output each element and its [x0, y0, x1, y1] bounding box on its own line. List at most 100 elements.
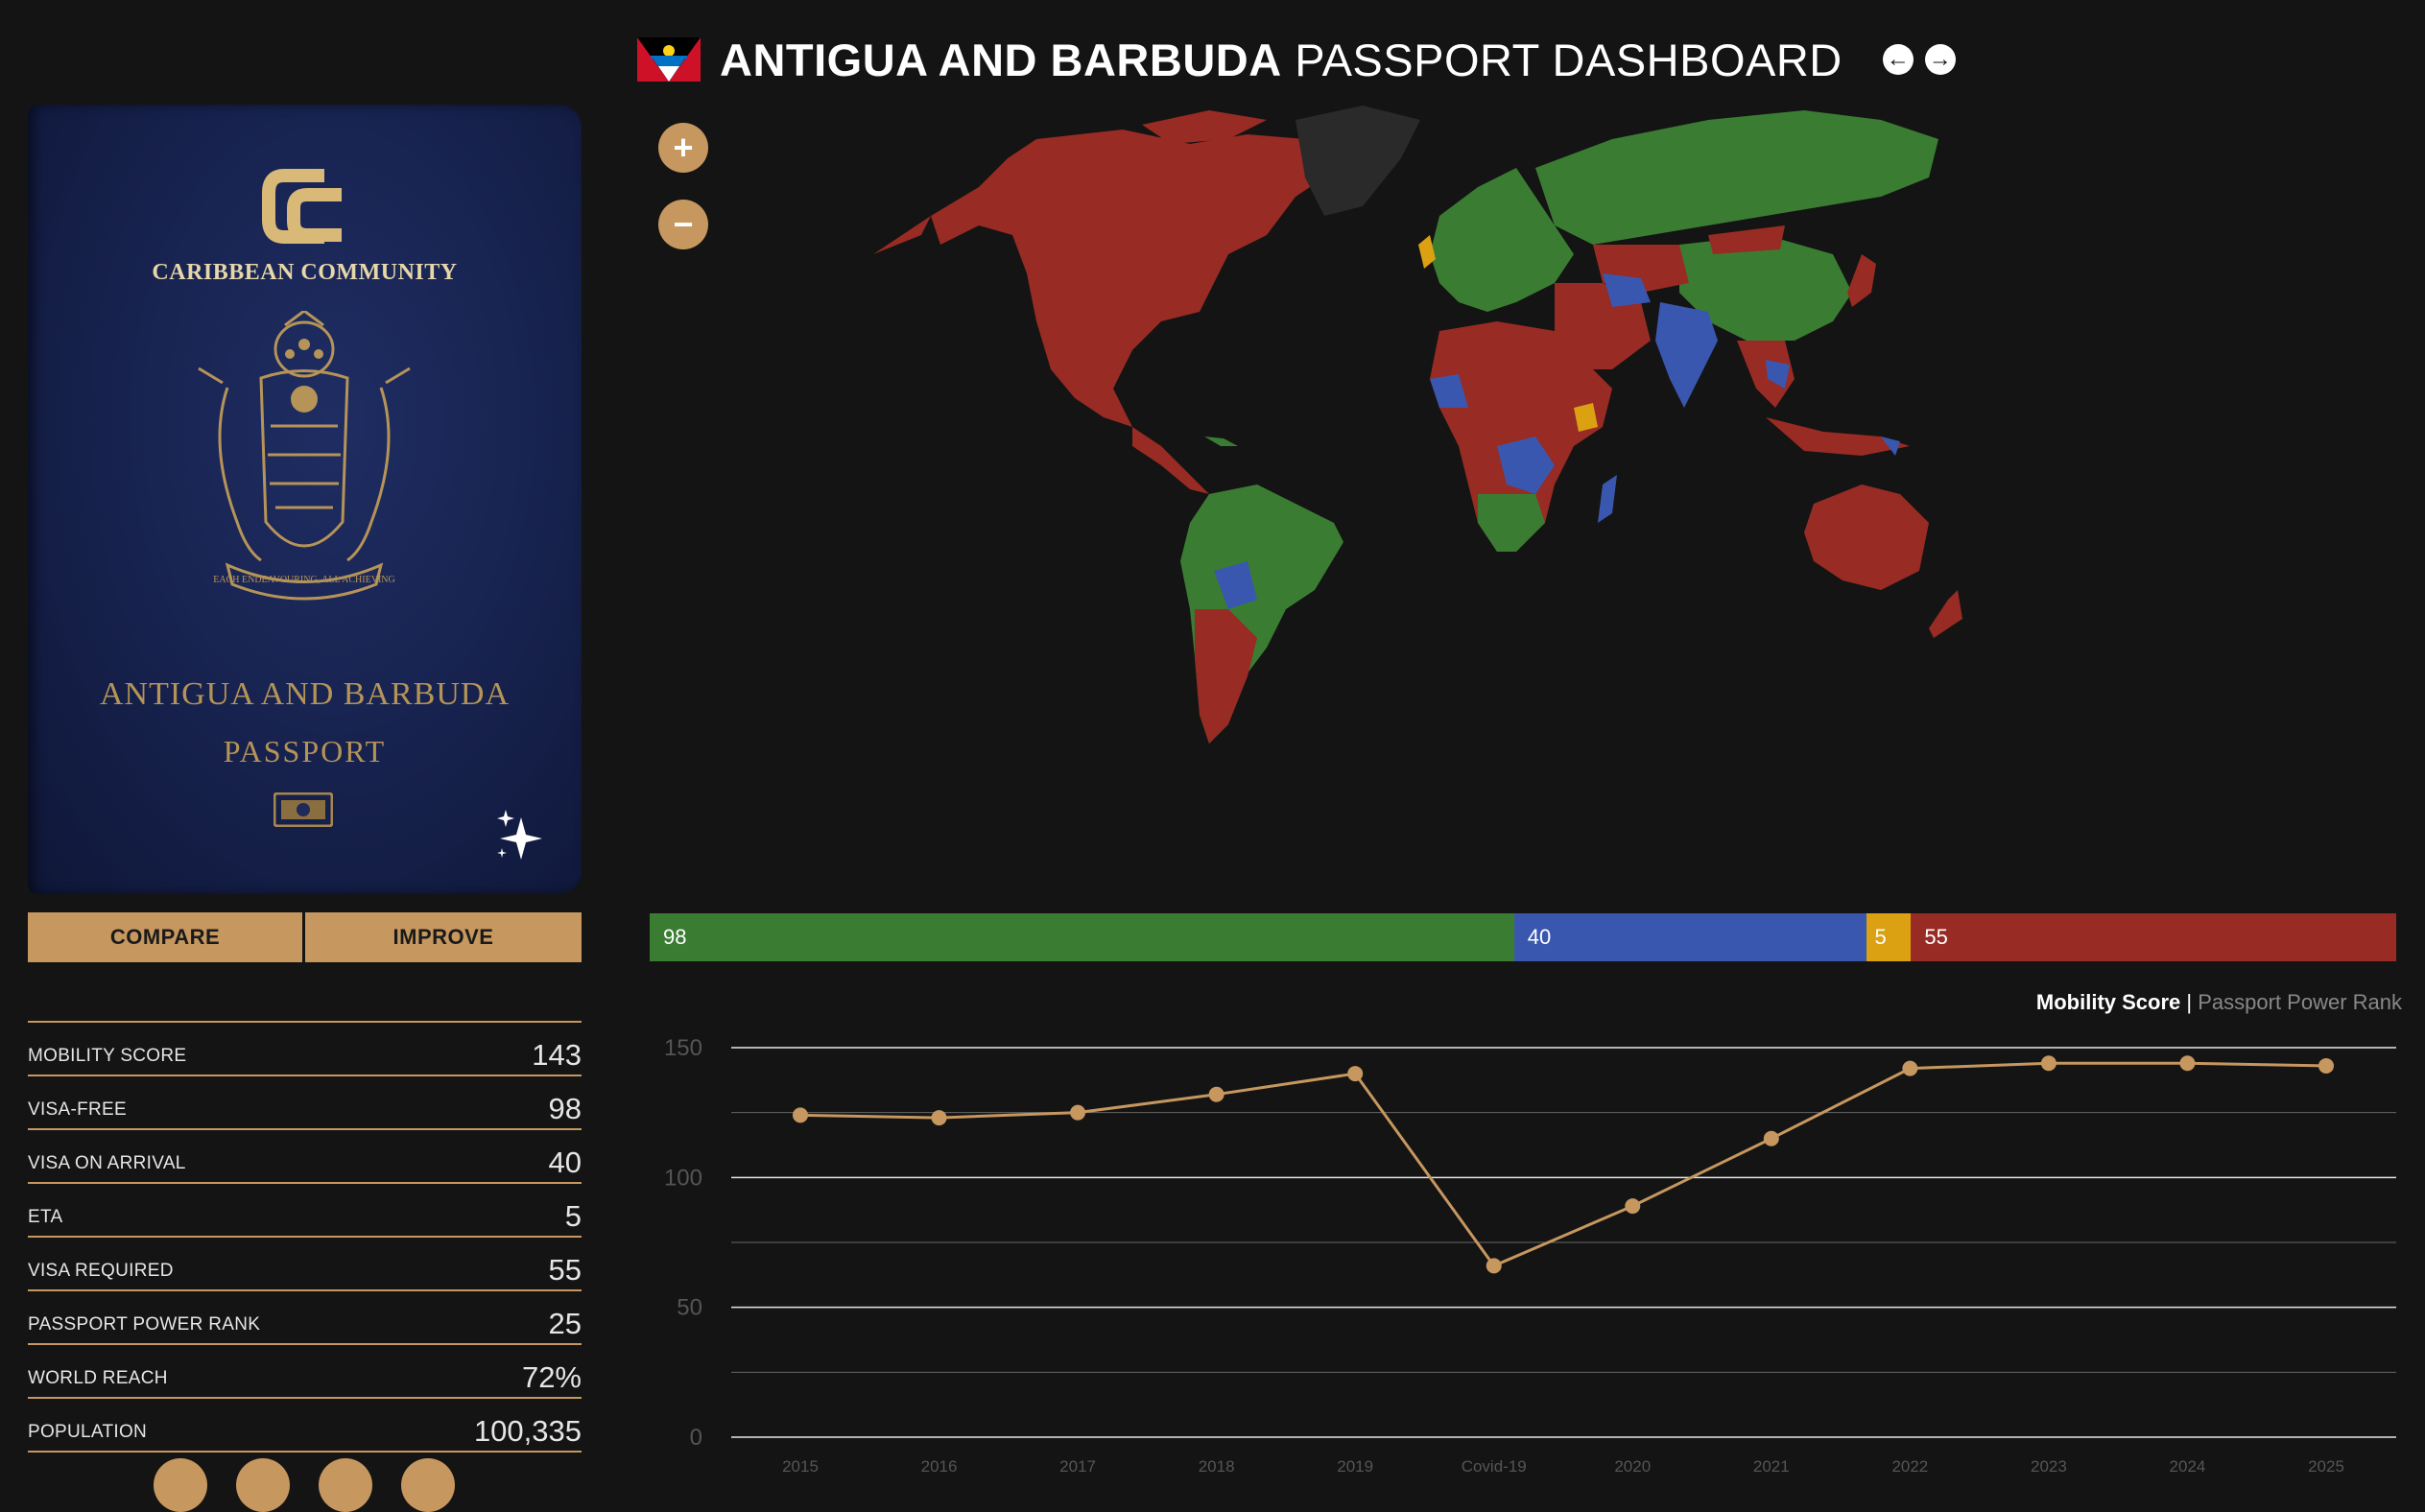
breakdown-segment-eta: 5 — [1866, 913, 1912, 961]
series-line — [799, 1061, 2327, 1268]
x-tick-label: 2018 — [1199, 1457, 1235, 1476]
map-region-india — [1655, 302, 1718, 408]
page-title: ANTIGUA AND BARBUDA PASSPORT DASHBOARD — [720, 34, 1843, 85]
toggle-separator: | — [2186, 990, 2193, 1014]
data-point — [2179, 1055, 2196, 1072]
y-tick-label: 100 — [664, 1165, 702, 1191]
coat-motto: EACH ENDEAVOURING, ALL ACHIEVING — [213, 575, 394, 585]
biometric-chip-icon — [273, 792, 333, 827]
x-tick-label: 2022 — [1891, 1457, 1928, 1476]
breakdown-segment-visa-required: 55 — [1911, 913, 2396, 961]
arrow-right-icon[interactable]: → — [1924, 44, 1956, 75]
arrow-left-icon[interactable]: ← — [1882, 44, 1914, 75]
x-tick-label: 2023 — [2031, 1457, 2067, 1476]
data-point — [1070, 1104, 1086, 1121]
x-tick-label: Covid-19 — [1462, 1457, 1527, 1476]
mobility-score-chart: 0 50 100 150 2015 2016 2017 2018 2019 Covid-19 202… — [664, 1035, 2396, 1476]
stat-value: 72% — [521, 1360, 582, 1394]
map-region-madagascar — [1598, 475, 1617, 523]
data-point — [1208, 1086, 1224, 1102]
map-region-central-america — [1132, 427, 1209, 494]
map-region-southern-africa — [1478, 494, 1545, 552]
x-tick-label: 2021 — [1753, 1457, 1790, 1476]
stat-row-eta: ETA 5 — [28, 1184, 582, 1238]
stat-value: 55 — [548, 1253, 582, 1287]
passport-country: ANTIGUA AND BARBUDA — [99, 676, 511, 712]
world-map[interactable] — [844, 101, 2226, 868]
data-point — [1347, 1066, 1364, 1082]
data-point — [2318, 1057, 2334, 1074]
data-point — [2040, 1055, 2056, 1072]
stat-row-passport-power-rank: PASSPORT POWER RANK 25 — [28, 1291, 582, 1345]
stat-row-population: POPULATION 100,335 — [28, 1399, 582, 1453]
breakdown-segment-visa-on-arrival: 40 — [1513, 913, 1867, 961]
x-tick-label: 2015 — [782, 1457, 819, 1476]
caricom-text: CARIBBEAN COMMUNITY — [152, 260, 458, 285]
map-region-russia — [1535, 110, 1938, 245]
stat-value: 98 — [548, 1092, 582, 1125]
stat-row-world-reach: WORLD REACH 72% — [28, 1345, 582, 1399]
stat-row-visa-required: VISA REQUIRED 55 — [28, 1238, 582, 1291]
map-region-new-zealand — [1929, 590, 1962, 638]
stat-row-visa-free: VISA-FREE 98 — [28, 1076, 582, 1130]
x-tick-label: 2016 — [921, 1457, 958, 1476]
improve-button[interactable]: IMPROVE — [305, 912, 582, 962]
stat-label: VISA REQUIRED — [28, 1261, 174, 1281]
stat-label: PASSPORT POWER RANK — [28, 1314, 261, 1335]
coat-of-arms-icon: EACH ENDEAVOURING, ALL ACHIEVING — [198, 311, 411, 601]
stat-value: 25 — [548, 1307, 582, 1340]
data-point — [1625, 1198, 1641, 1215]
x-tick-label: 2025 — [2308, 1457, 2344, 1476]
x-tick-label: 2019 — [1337, 1457, 1373, 1476]
stat-label: MOBILITY SCORE — [28, 1046, 187, 1066]
share-button[interactable] — [401, 1458, 455, 1512]
visa-breakdown-bar: 98 40 5 55 — [650, 913, 2396, 961]
data-point — [793, 1107, 808, 1123]
tab-mobility-score[interactable]: Mobility Score — [2036, 990, 2180, 1014]
share-button[interactable] — [319, 1458, 372, 1512]
share-button[interactable] — [236, 1458, 290, 1512]
data-point — [1763, 1130, 1779, 1146]
breakdown-segment-visa-free: 98 — [650, 913, 1514, 961]
stat-row-visa-on-arrival: VISA ON ARRIVAL 40 — [28, 1130, 582, 1184]
map-region-japan — [1847, 254, 1876, 307]
compare-button[interactable]: COMPARE — [28, 912, 302, 962]
stat-label: VISA-FREE — [28, 1099, 127, 1120]
tab-passport-power-rank[interactable]: Passport Power Rank — [2198, 990, 2402, 1014]
stat-value: 100,335 — [473, 1414, 582, 1448]
sparkle-icon — [497, 810, 542, 860]
zoom-in-button[interactable]: + — [658, 123, 708, 173]
share-button[interactable] — [154, 1458, 207, 1512]
stats-table: MOBILITY SCORE 143 VISA-FREE 98 VISA ON … — [28, 1021, 582, 1453]
data-point — [1486, 1258, 1502, 1274]
passport-word: PASSPORT — [223, 734, 387, 768]
y-tick-label: 150 — [664, 1035, 702, 1061]
page-header: ANTIGUA AND BARBUDA PASSPORT DASHBOARD ←… — [637, 29, 1956, 90]
stat-value: 5 — [564, 1199, 582, 1233]
data-point — [1902, 1060, 1918, 1076]
y-tick-label: 50 — [677, 1295, 702, 1321]
stat-row-mobility-score: MOBILITY SCORE 143 — [28, 1023, 582, 1076]
map-region-mongolia — [1708, 225, 1785, 254]
x-tick-label: 2020 — [1614, 1457, 1651, 1476]
stat-value: 143 — [532, 1038, 582, 1072]
x-tick-label: 2024 — [2170, 1457, 2206, 1476]
map-region-southern-cone — [1195, 609, 1257, 744]
map-region-north-america — [931, 130, 1324, 427]
stat-label: VISA ON ARRIVAL — [28, 1153, 186, 1173]
chart-toggle: Mobility Score | Passport Power Rank — [2036, 990, 2402, 1015]
map-region-greenland — [1296, 106, 1420, 216]
stat-label: ETA — [28, 1207, 63, 1227]
y-tick-label: 0 — [690, 1425, 702, 1451]
stat-label: POPULATION — [28, 1422, 148, 1442]
caricom-logo — [28, 162, 582, 254]
zoom-out-button[interactable]: − — [658, 200, 708, 249]
data-point — [931, 1110, 947, 1126]
map-region-australia — [1804, 484, 1929, 590]
antigua-flag-icon — [637, 37, 701, 82]
stat-label: WORLD REACH — [28, 1368, 168, 1388]
stat-value: 40 — [548, 1146, 582, 1179]
x-tick-label: 2017 — [1059, 1457, 1096, 1476]
passport-cover-image: CARIBBEAN COMMUNITY EACH ENDEAVOURING, A… — [28, 105, 582, 894]
map-region-indonesia — [1766, 417, 1910, 456]
